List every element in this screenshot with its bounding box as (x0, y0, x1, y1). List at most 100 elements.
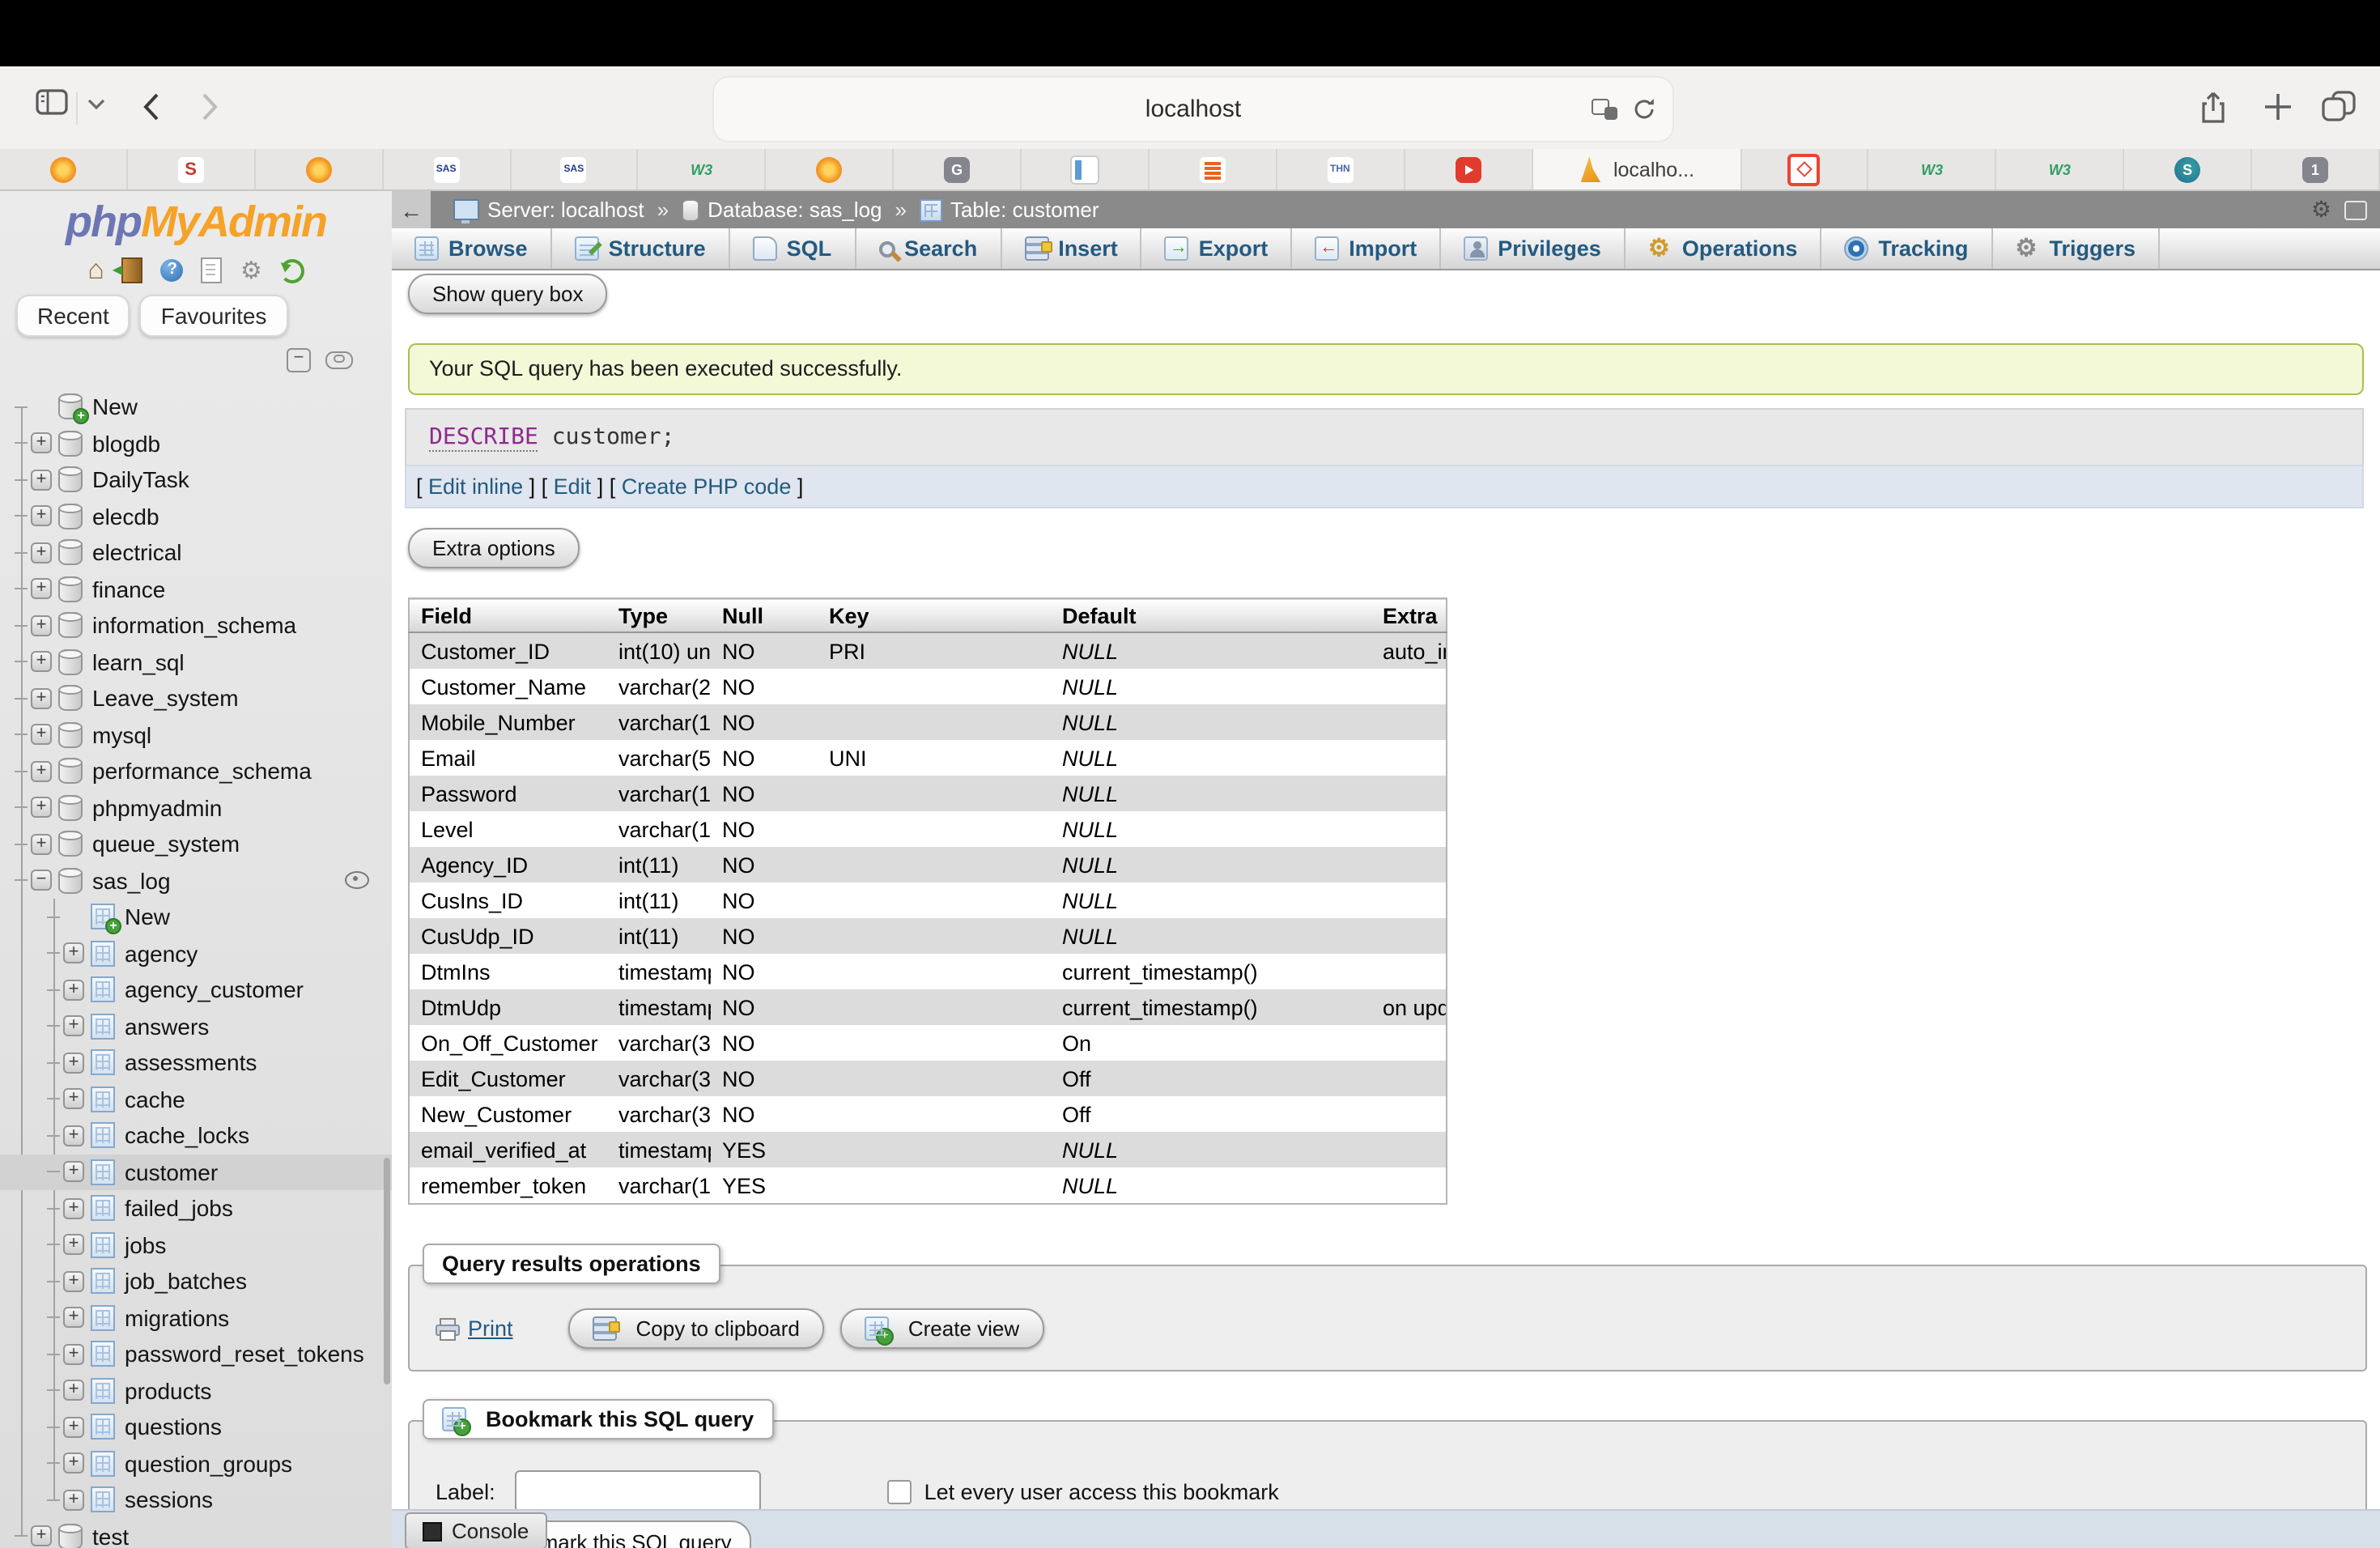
browser-tab[interactable] (1869, 149, 1997, 189)
tree-expander-icon[interactable] (63, 1453, 84, 1474)
tree-expander-icon[interactable] (63, 1308, 84, 1329)
tree-expander-icon[interactable] (31, 725, 52, 746)
table-row[interactable]: email_verified_at timestamp YES NULL (409, 1132, 1447, 1167)
help-icon[interactable]: ? (161, 259, 184, 282)
table-row[interactable]: Level varchar(10) NO NULL (409, 811, 1447, 847)
tree-item[interactable]: assessments (0, 1044, 392, 1081)
menu-tab[interactable]: Privileges (1441, 228, 1626, 269)
tree-expander-icon[interactable] (31, 615, 52, 636)
browser-tab[interactable] (767, 149, 895, 189)
logout-icon[interactable] (122, 257, 143, 283)
table-row[interactable]: Customer_Name varchar(255) NO NULL (409, 669, 1447, 704)
tree-item[interactable]: information_schema (0, 607, 392, 644)
browser-tab[interactable] (1741, 149, 1869, 189)
favourites-dropdown[interactable]: Favourites (140, 295, 288, 337)
link-panel-icon[interactable] (325, 351, 353, 369)
tree-item[interactable]: finance (0, 571, 392, 607)
tree-expander-icon[interactable] (63, 1490, 84, 1511)
browser-tab[interactable] (2252, 149, 2380, 189)
tree-item[interactable]: customer (0, 1154, 392, 1190)
tree-expander-icon[interactable] (31, 433, 52, 454)
tree-expander-icon[interactable] (31, 761, 52, 782)
tree-expander-icon[interactable] (63, 1344, 84, 1365)
tree-item[interactable]: cache_locks (0, 1117, 392, 1154)
phpmyadmin-logo[interactable]: phpMyAdmin (0, 198, 392, 248)
tree-expander-icon[interactable] (63, 1125, 84, 1146)
browser-tab[interactable] (256, 149, 384, 189)
tree-item[interactable]: jobs (0, 1227, 392, 1263)
table-row[interactable]: Edit_Customer varchar(3) NO Off (409, 1061, 1447, 1096)
browser-tab[interactable] (1997, 149, 2125, 189)
table-row[interactable]: DtmIns timestamp NO current_timestamp() (409, 954, 1447, 989)
breadcrumb-server[interactable]: Server: localhost (453, 198, 644, 222)
tab-group-chevron-button[interactable] (87, 99, 105, 110)
column-header[interactable]: Type (607, 598, 711, 632)
menu-tab[interactable]: Structure (552, 228, 730, 269)
settings-gear-icon[interactable]: ⚙ (240, 258, 262, 283)
sidebar-scrollbar[interactable] (384, 1158, 390, 1384)
page-settings-gear-icon[interactable]: ⚙ (2311, 196, 2331, 223)
breadcrumb-database[interactable]: Database: sas_log (682, 198, 882, 222)
menu-tab[interactable]: Triggers (1992, 228, 2160, 269)
back-button[interactable] (142, 92, 160, 121)
table-row[interactable]: Password varchar(100) NO NULL (409, 776, 1447, 811)
tree-expander-icon[interactable] (31, 1526, 52, 1547)
copy-to-clipboard-button[interactable]: Copy to clipboard (568, 1308, 824, 1349)
tree-expander-icon[interactable] (63, 980, 84, 1001)
table-row[interactable]: remember_token varchar(100) YES NULL (409, 1167, 1447, 1204)
browser-tab[interactable] (1277, 149, 1405, 189)
browser-tab[interactable] (128, 149, 256, 189)
tree-item[interactable]: password_reset_tokens (0, 1336, 392, 1372)
tree-item[interactable]: DailyTask (0, 461, 392, 498)
home-icon[interactable]: ⌂ (87, 257, 104, 283)
create-php-code-link[interactable]: Create PHP code (622, 474, 792, 499)
browser-tab[interactable] (1022, 149, 1150, 189)
tree-item[interactable]: agency (0, 935, 392, 972)
forward-button[interactable] (201, 92, 219, 121)
column-header[interactable]: Default (1051, 598, 1371, 632)
tree-item[interactable]: migrations (0, 1299, 392, 1336)
tree-item[interactable]: cache (0, 1081, 392, 1117)
tree-expander-icon[interactable] (31, 652, 52, 673)
menu-tab[interactable]: Insert (1001, 228, 1142, 269)
tree-expander-icon[interactable] (63, 1235, 84, 1256)
browser-tab[interactable] (0, 149, 128, 189)
menu-tab[interactable]: Export (1142, 228, 1293, 269)
browser-tab[interactable] (511, 149, 639, 189)
tree-item[interactable]: questions (0, 1409, 392, 1445)
tree-item[interactable]: test (0, 1518, 392, 1548)
show-query-box-button[interactable]: Show query box (408, 274, 607, 314)
recent-dropdown[interactable]: Recent (16, 295, 130, 337)
tree-item[interactable]: learn_sql (0, 644, 392, 680)
refresh-icon[interactable] (280, 258, 304, 283)
tree-expander-icon[interactable] (63, 1016, 84, 1037)
tree-expander-icon[interactable] (31, 542, 52, 563)
browser-tab[interactable] (639, 149, 767, 189)
edit-link[interactable]: Edit (554, 474, 592, 499)
docs-icon[interactable] (202, 257, 223, 283)
edit-inline-link[interactable]: Edit inline (428, 474, 523, 499)
tree-expander-icon[interactable] (63, 1198, 84, 1219)
table-row[interactable]: Agency_ID int(11) NO NULL (409, 847, 1447, 882)
table-row[interactable]: Email varchar(50) NO UNI NULL (409, 740, 1447, 776)
tree-expander-icon[interactable] (31, 688, 52, 709)
column-header[interactable]: Null (711, 598, 818, 632)
table-row[interactable]: DtmUdp timestamp NO current_timestamp() … (409, 989, 1447, 1025)
menu-tab[interactable]: Operations (1626, 228, 1822, 269)
tree-item[interactable]: blogdb (0, 425, 392, 461)
browser-tab[interactable] (383, 149, 511, 189)
tree-expander-icon[interactable] (31, 870, 52, 891)
tree-item[interactable]: Leave_system (0, 680, 392, 717)
tree-item[interactable]: sessions (0, 1482, 392, 1518)
menu-tab[interactable]: Search (856, 228, 1001, 269)
menu-tab[interactable]: SQL (730, 228, 856, 269)
tree-item[interactable]: products (0, 1372, 392, 1409)
browser-tab[interactable]: localho... (1532, 149, 1741, 189)
column-header[interactable]: Field (409, 598, 607, 632)
tree-expander-icon[interactable] (63, 943, 84, 964)
tree-item[interactable]: question_groups (0, 1445, 392, 1482)
breadcrumb-back-button[interactable]: ← (392, 191, 431, 228)
tree-expander-icon[interactable] (31, 834, 52, 855)
browser-tab[interactable] (2124, 149, 2252, 189)
column-header[interactable]: Extra (1371, 598, 1447, 632)
